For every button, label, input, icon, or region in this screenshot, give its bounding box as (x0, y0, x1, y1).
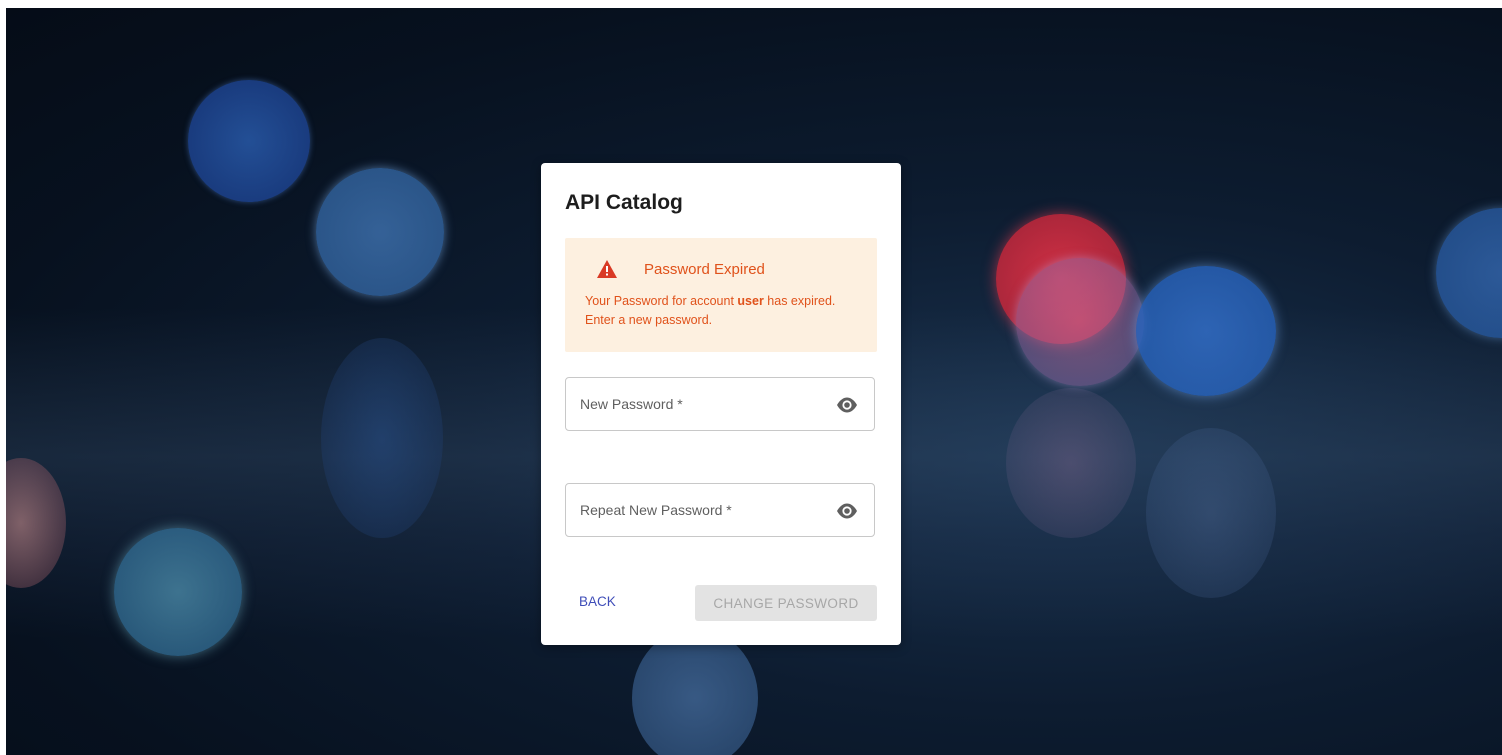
back-button[interactable]: BACK (571, 590, 624, 613)
alert-account-name: user (737, 294, 764, 308)
repeat-password-input[interactable] (580, 498, 824, 524)
eye-icon[interactable] (836, 501, 858, 521)
app-title: API Catalog (565, 191, 683, 214)
bokeh-light (632, 628, 758, 755)
eye-icon[interactable] (836, 395, 858, 415)
bokeh-light (114, 528, 242, 656)
alert-message: Your Password for account user has expir… (585, 292, 855, 330)
bokeh-light (321, 338, 443, 538)
repeat-password-field[interactable]: Repeat New Password * (565, 483, 875, 537)
alert-title: Password Expired (644, 261, 765, 278)
change-password-card: API Catalog Password Expired Your Passwo… (541, 163, 901, 645)
password-expired-alert: Password Expired Your Password for accou… (565, 238, 877, 352)
warning-triangle-icon (597, 260, 617, 278)
login-background: API Catalog Password Expired Your Passwo… (6, 8, 1502, 755)
bokeh-light (1136, 266, 1276, 396)
new-password-field[interactable]: New Password * (565, 377, 875, 431)
change-password-button[interactable]: CHANGE PASSWORD (695, 585, 877, 621)
bokeh-light (1006, 388, 1136, 538)
new-password-input[interactable] (580, 392, 824, 418)
bokeh-light (1146, 428, 1276, 598)
bokeh-light (316, 168, 444, 296)
alert-message-start: Your Password for account (585, 294, 738, 308)
bokeh-light (188, 80, 310, 202)
bokeh-light (1016, 258, 1144, 386)
